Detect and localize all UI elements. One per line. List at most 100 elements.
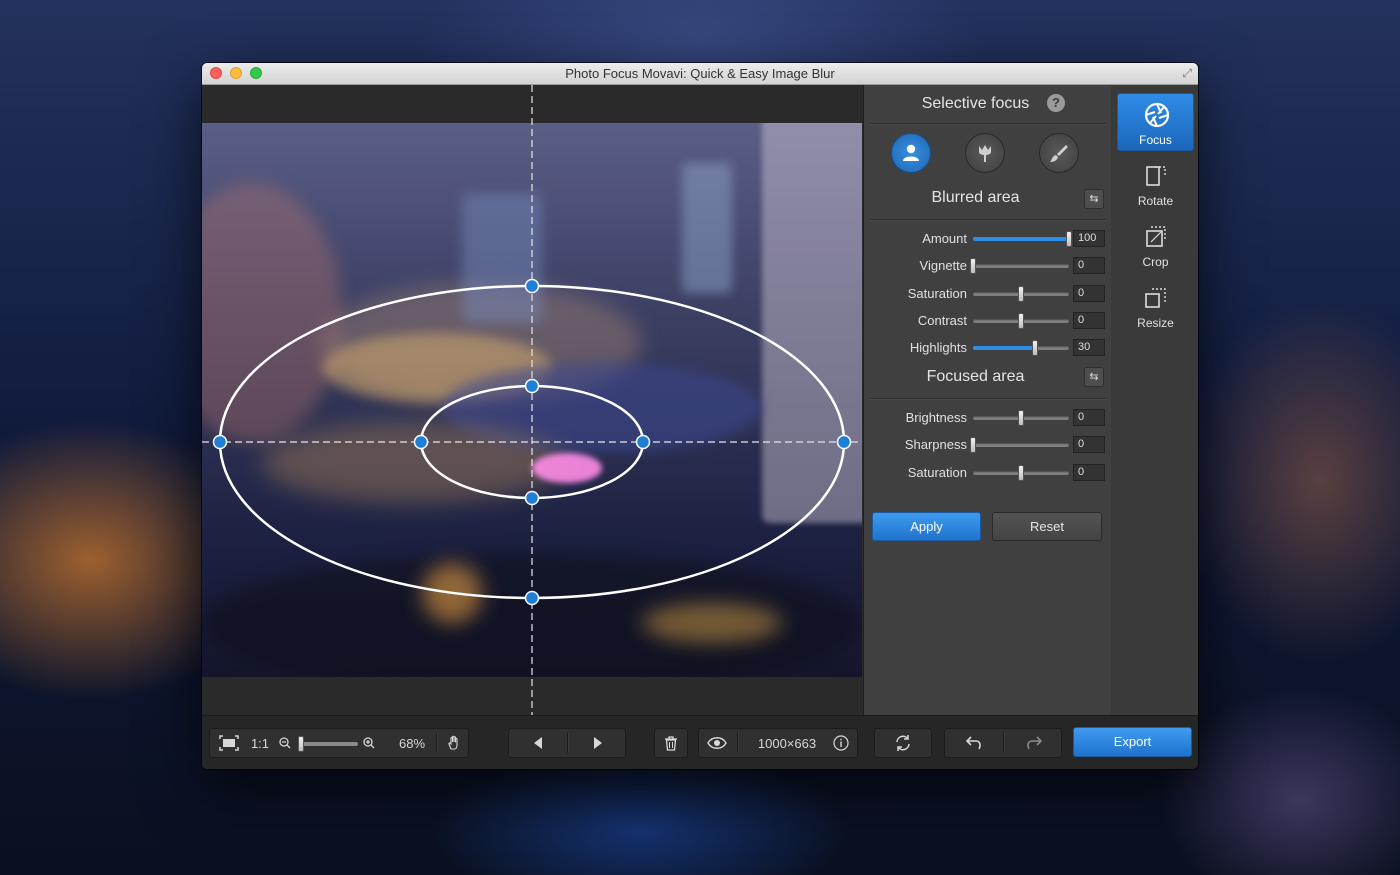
blurred-area-title: Blurred area (931, 189, 1020, 206)
arrow-right-icon (594, 737, 602, 749)
divider (737, 733, 739, 753)
slider-track[interactable] (973, 231, 1072, 247)
slider-value-field[interactable]: 0 (1073, 436, 1105, 454)
navigation-controls (508, 728, 626, 758)
outer-top-handle[interactable] (524, 278, 540, 294)
tool-crop[interactable]: Crop (1117, 216, 1194, 274)
tool-focus[interactable]: Focus (1117, 93, 1194, 151)
focused-slider-row: Saturation 0 (864, 463, 1111, 482)
settings-panel: Selective focus ? Blurred area ⇆ Amount 1… (863, 85, 1112, 715)
crop-icon (1146, 226, 1166, 247)
slider-track[interactable] (973, 410, 1069, 426)
fit-to-window-button[interactable] (214, 729, 244, 757)
inner-top-handle[interactable] (524, 378, 540, 394)
app-window: Photo Focus Movavi: Quick & Easy Image B… (202, 63, 1198, 769)
slider-fill (973, 346, 1036, 351)
zoom-out-icon[interactable] (278, 729, 292, 757)
undo-icon (966, 736, 981, 750)
slider-label: Contrast (917, 312, 967, 328)
slider-label: Amount (922, 231, 967, 246)
delete-button[interactable] (655, 729, 687, 757)
next-image-button[interactable] (569, 729, 627, 757)
slider-track[interactable] (973, 285, 1069, 302)
slider-thumb[interactable] (1018, 285, 1024, 302)
image-canvas (202, 85, 862, 715)
tool-rotate[interactable]: Rotate (1117, 155, 1194, 213)
slider-value-field[interactable]: 0 (1073, 463, 1105, 481)
help-icon[interactable]: ? (1047, 94, 1065, 112)
blurred-reset-icon[interactable]: ⇆ (1084, 189, 1104, 209)
previous-image-button[interactable] (509, 729, 567, 757)
inner-bottom-handle[interactable] (524, 490, 540, 506)
slider-value-field[interactable]: 0 (1073, 284, 1105, 302)
slider-value-field[interactable]: 30 (1073, 339, 1105, 357)
outer-left-handle[interactable] (212, 434, 228, 450)
redo-button[interactable] (1005, 729, 1063, 757)
slider-value-field[interactable]: 0 (1073, 257, 1105, 275)
focused-area-title: Focused area (926, 368, 1025, 385)
history-controls (944, 728, 1062, 758)
tool-label: Focus (1139, 133, 1172, 147)
zoom-in-icon[interactable] (362, 729, 376, 757)
focused-slider-row: Brightness 0 (864, 409, 1111, 427)
slider-thumb[interactable] (1032, 340, 1039, 357)
zoom-slider-thumb[interactable] (298, 736, 304, 752)
slider-track[interactable] (973, 312, 1069, 329)
hand-tool-button[interactable] (444, 729, 464, 757)
reset-button[interactable]: Reset (992, 512, 1102, 541)
blurred-slider-row: Amount 100 (864, 230, 1111, 248)
redo-icon (1027, 736, 1042, 750)
slider-track[interactable] (970, 437, 1069, 454)
zoom-slider[interactable] (298, 736, 358, 752)
image-info-button[interactable] (829, 729, 853, 757)
separator (870, 219, 1106, 221)
blurred-slider-row: Saturation 0 (864, 284, 1111, 303)
undo-button[interactable] (945, 729, 1003, 757)
compare-group (874, 728, 932, 758)
export-button[interactable]: Export (1073, 727, 1192, 757)
divider (436, 733, 438, 753)
slider-label: Saturation (907, 464, 967, 480)
aperture-icon (1144, 102, 1170, 128)
preview-toggle-button[interactable] (699, 729, 735, 757)
slider-thumb[interactable] (1066, 231, 1072, 247)
apply-button[interactable]: Apply (872, 512, 981, 541)
title-bar: Photo Focus Movavi: Quick & Easy Image B… (202, 63, 1198, 85)
slider-thumb[interactable] (1018, 410, 1024, 426)
inner-left-handle[interactable] (413, 434, 429, 450)
tulip-mode-button[interactable] (965, 133, 1005, 173)
slider-value-field[interactable]: 0 (1073, 409, 1105, 426)
resize-icon (1145, 288, 1166, 308)
focused-reset-icon[interactable]: ⇆ (1084, 367, 1104, 387)
slider-track[interactable] (970, 258, 1069, 275)
tulip-icon (979, 145, 991, 162)
slider-thumb[interactable] (970, 258, 976, 275)
blurred-slider-row: Vignette 0 (864, 257, 1111, 275)
slider-thumb[interactable] (1018, 464, 1024, 481)
rotate-icon (1146, 166, 1166, 186)
outer-bottom-handle[interactable] (524, 590, 540, 606)
brush-mode-button[interactable] (1039, 133, 1079, 173)
slider-value-field[interactable]: 0 (1073, 311, 1105, 329)
blurred-slider-row: Contrast 0 (864, 311, 1111, 330)
slider-thumb[interactable] (970, 437, 976, 454)
delete-group (654, 728, 688, 758)
outer-right-handle[interactable] (836, 434, 852, 450)
slider-thumb[interactable] (1018, 312, 1024, 329)
actual-size-button[interactable]: 1:1 (248, 729, 272, 757)
slider-fill (973, 237, 1069, 241)
eye-icon (707, 737, 727, 749)
focus-overlay[interactable] (202, 85, 862, 715)
inner-right-handle[interactable] (635, 434, 651, 450)
tool-label: Resize (1137, 316, 1174, 330)
slider-track[interactable] (973, 464, 1069, 481)
slider-track[interactable] (973, 340, 1069, 357)
tool-resize[interactable]: Resize (1117, 277, 1194, 335)
person-mode-button[interactable] (891, 133, 931, 173)
slider-label: Vignette (919, 258, 967, 274)
before-after-button[interactable] (875, 729, 931, 757)
slider-value-field[interactable]: 100 (1073, 230, 1105, 247)
brush-icon (1050, 145, 1068, 162)
blurred-slider-row: Highlights 30 (864, 339, 1111, 357)
fullscreen-icon[interactable]: ⤢ (1182, 66, 1192, 81)
